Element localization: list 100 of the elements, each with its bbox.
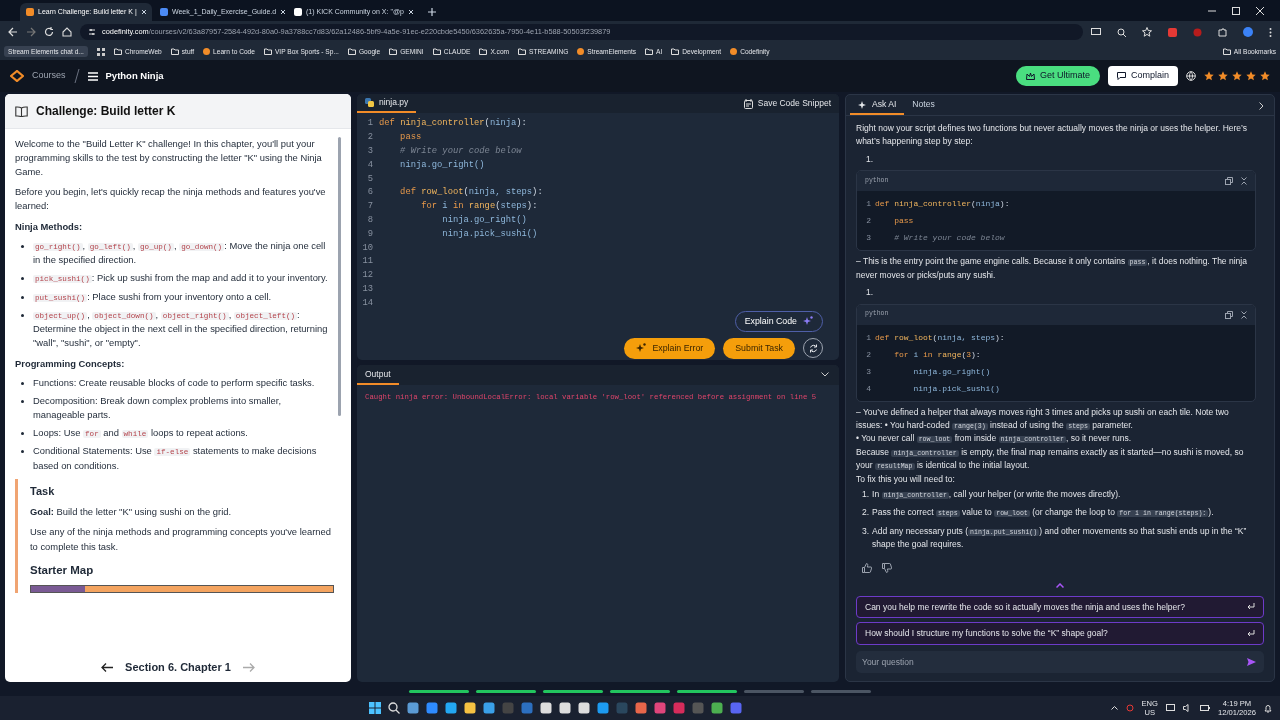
app-icon[interactable] (406, 702, 419, 714)
close-icon[interactable] (280, 9, 286, 15)
reload-icon[interactable] (44, 27, 54, 37)
chat-bubble-icon (1116, 72, 1126, 80)
forward-icon[interactable] (26, 27, 36, 37)
thumbs-up-icon[interactable] (862, 562, 872, 573)
complain-button[interactable]: Complain (1107, 66, 1178, 86)
collapse-icon[interactable] (1241, 177, 1247, 186)
app-icon[interactable] (463, 702, 476, 714)
line-number: 4 (865, 382, 871, 395)
suggested-question[interactable]: Can you help me rewrite the code so it actually moves the ninja and uses the helper? (856, 595, 1264, 619)
line-number: 5 (366, 172, 373, 186)
profile-icon[interactable] (1243, 27, 1253, 37)
new-tab-icon[interactable] (428, 8, 436, 16)
panel-tab[interactable]: Notes (904, 95, 943, 115)
network-icon[interactable] (1166, 704, 1175, 712)
line-number: 2 (865, 215, 871, 228)
close-icon[interactable] (140, 9, 147, 15)
folder-icon (113, 48, 122, 55)
panel-tab[interactable]: Ask AI (850, 95, 905, 115)
volume-icon[interactable] (1183, 704, 1192, 712)
section-heading: Ninja Methods: (15, 219, 84, 234)
apps-grid-icon[interactable] (96, 47, 105, 56)
question-field[interactable]: Your question (856, 651, 1264, 673)
back-icon[interactable] (8, 27, 18, 37)
globe-icon[interactable] (1186, 71, 1196, 81)
list-number: 1. (862, 488, 870, 502)
courses-link[interactable]: Courses (32, 69, 66, 83)
app-icon[interactable] (425, 702, 438, 714)
list-item: Functions: Create reusable blocks of code to perform specific tasks. (33, 375, 315, 390)
collapse-icon[interactable] (821, 372, 829, 377)
copy-icon[interactable] (1225, 310, 1233, 319)
logo-icon[interactable] (10, 70, 24, 82)
extension-icon[interactable] (1168, 27, 1177, 37)
star-outline-icon[interactable] (1142, 27, 1152, 37)
previous-arrow-icon[interactable] (101, 662, 114, 672)
tab-favicon-icon (294, 8, 302, 16)
close-icon[interactable] (408, 9, 414, 15)
bell-icon[interactable] (1264, 703, 1272, 713)
zoom-icon[interactable] (1117, 27, 1126, 37)
folder-icon (1222, 48, 1231, 55)
code-line: for i in range(steps): (420, 200, 538, 214)
site-favicon-icon (730, 48, 738, 55)
folder-icon (518, 48, 527, 55)
home-icon[interactable] (62, 27, 72, 37)
copy-icon[interactable] (1225, 177, 1233, 186)
list-number: 2. (862, 506, 870, 520)
menu-icon[interactable] (87, 71, 98, 81)
file-tab[interactable]: ninja.py (357, 94, 417, 114)
code-line: ninja.go_right() (441, 214, 527, 228)
message-text: To fix this you will need to: (856, 472, 956, 486)
explain-error-button[interactable]: Explain Error (624, 337, 716, 359)
sparkle-icon (636, 343, 647, 354)
line-number: 9 (366, 227, 373, 241)
line-number: 3 (865, 232, 871, 245)
expand-icon[interactable] (1259, 102, 1264, 110)
file-icon (365, 98, 374, 108)
save-snippet-button[interactable]: Save Code Snippet (735, 94, 839, 114)
code-line: def row_loot(ninja, steps): (399, 186, 543, 200)
maximize-icon[interactable] (1232, 6, 1240, 15)
suggested-question[interactable]: How should I structure my functions to solve the “K” shape goal? (856, 622, 1264, 645)
get-ultimate-button[interactable]: Get Ultimate (1015, 66, 1100, 86)
close-icon[interactable] (1256, 6, 1264, 15)
app-icon[interactable] (482, 702, 495, 714)
code-line: pass (893, 215, 914, 228)
submit-task-button[interactable]: Submit Task (723, 337, 795, 359)
section-heading: Programming Concepts: (15, 356, 126, 371)
app-icon[interactable] (539, 702, 552, 714)
install-icon[interactable] (1091, 27, 1101, 37)
course-title: Python Ninja (105, 68, 164, 83)
thumbs-down-icon[interactable] (882, 562, 892, 573)
app-icon[interactable] (577, 702, 590, 714)
code-line: for i in range(3): (893, 348, 981, 361)
line-number: 10 (361, 241, 373, 255)
list-number: 3. (862, 524, 870, 538)
folder-icon (389, 48, 398, 55)
app-icon[interactable] (634, 702, 647, 714)
windows-logo-icon[interactable] (368, 702, 381, 714)
app-icon[interactable] (596, 702, 609, 714)
battery-icon[interactable] (1200, 705, 1210, 711)
line-number: 2 (865, 348, 871, 361)
message-text: Right now your script defines two functions but never actually moves the ninja or uses the helper. Here’s what’s happening step by step: (856, 122, 1249, 149)
menu-icon[interactable] (1269, 27, 1272, 37)
refresh-icon (808, 343, 818, 353)
notification-icon[interactable] (1125, 704, 1134, 712)
output-tab[interactable]: Output (357, 365, 399, 385)
collapse-icon[interactable] (1241, 310, 1247, 319)
search-icon[interactable] (387, 702, 400, 714)
tab-favicon-icon (26, 8, 34, 16)
app-icon[interactable] (558, 702, 571, 714)
app-icon[interactable] (710, 702, 723, 714)
paragraph: Use any of the ninja methods and programming concepts you've learned to complete this task. (30, 525, 332, 554)
code-line: # Write your code below (893, 232, 1005, 245)
app-icon[interactable] (444, 702, 457, 714)
code-line: def ninja_controller(ninja): (379, 117, 527, 131)
send-icon[interactable] (1247, 658, 1256, 666)
task-title: Task (30, 483, 56, 499)
line-number: 12 (361, 269, 373, 283)
paragraph: Goal: Build the letter "K" using sushi on the grid. (30, 505, 233, 520)
divider-icon (73, 69, 80, 83)
